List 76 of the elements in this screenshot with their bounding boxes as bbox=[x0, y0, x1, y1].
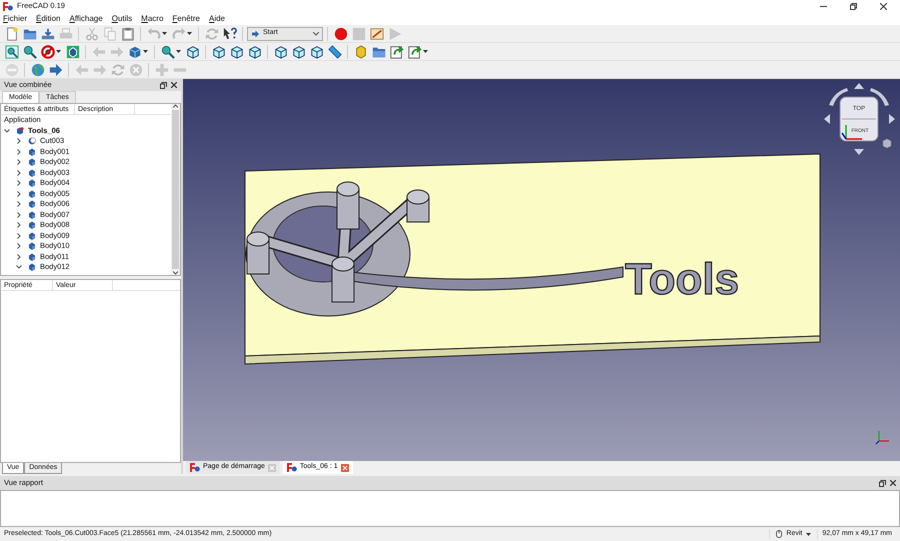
caret-icon bbox=[806, 532, 812, 536]
chevron-right-icon[interactable] bbox=[16, 212, 22, 218]
document-icon bbox=[16, 126, 24, 135]
roll-left-icon[interactable] bbox=[829, 88, 848, 106]
float-icon[interactable] bbox=[160, 82, 167, 88]
zoom-icon[interactable] bbox=[159, 43, 176, 60]
body-icon bbox=[28, 263, 36, 272]
chevron-down-icon[interactable] bbox=[16, 264, 22, 270]
menu-item[interactable]: Édition bbox=[36, 12, 60, 24]
help-cursor-icon[interactable] bbox=[221, 25, 238, 42]
body-icon bbox=[28, 221, 36, 230]
record-icon[interactable] bbox=[332, 25, 349, 42]
close-icon[interactable] bbox=[171, 82, 177, 88]
no-entry-icon[interactable] bbox=[39, 43, 56, 60]
body-icon bbox=[28, 190, 36, 198]
arrow-icon bbox=[251, 30, 260, 38]
caret-icon[interactable] bbox=[56, 50, 61, 54]
arrow-icon[interactable] bbox=[47, 61, 64, 78]
axis-icon bbox=[876, 430, 890, 444]
restore-icon[interactable] bbox=[850, 2, 857, 10]
float-icon[interactable] bbox=[879, 480, 886, 486]
scroll-down-icon[interactable] bbox=[173, 271, 178, 275]
chevron-right-icon[interactable] bbox=[16, 222, 22, 228]
rotate-down-icon[interactable] bbox=[854, 149, 864, 155]
chevron-down-icon[interactable] bbox=[4, 128, 10, 134]
chevron-right-icon[interactable] bbox=[16, 201, 22, 208]
close-icon[interactable] bbox=[880, 2, 887, 10]
body-icon bbox=[28, 232, 36, 240]
zoom-icon[interactable] bbox=[21, 43, 38, 60]
body-icon bbox=[28, 158, 36, 166]
caret-icon bbox=[313, 32, 319, 36]
chevron-right-icon[interactable] bbox=[16, 180, 22, 186]
body-icon bbox=[28, 148, 36, 156]
caret-icon[interactable] bbox=[176, 50, 181, 54]
chevron-right-icon[interactable] bbox=[16, 254, 22, 260]
document-arrow-icon[interactable] bbox=[388, 43, 405, 60]
chevron-right-icon[interactable] bbox=[16, 159, 22, 166]
scrollbar-thumb[interactable] bbox=[172, 110, 179, 269]
body-icon bbox=[28, 210, 36, 219]
app-logo-icon bbox=[3, 2, 13, 10]
model-lettering: Tools bbox=[625, 255, 740, 304]
chevron-right-icon[interactable] bbox=[16, 243, 22, 250]
app-logo-icon bbox=[190, 463, 200, 472]
chevron-right-icon[interactable] bbox=[16, 170, 22, 176]
chevron-right-icon[interactable] bbox=[16, 138, 22, 144]
menu-item[interactable]: Affichage bbox=[69, 12, 103, 24]
rotate-up-icon[interactable] bbox=[854, 83, 864, 89]
body-icon bbox=[28, 179, 36, 188]
cube-frame-icon[interactable] bbox=[64, 43, 81, 60]
menu-item[interactable]: Outils bbox=[112, 12, 132, 24]
body-icon bbox=[28, 168, 36, 177]
chevron-right-icon[interactable] bbox=[16, 190, 22, 197]
close-icon[interactable] bbox=[890, 480, 896, 486]
app-logo-icon bbox=[286, 463, 297, 472]
mouse-icon bbox=[776, 530, 782, 538]
caret-icon[interactable] bbox=[423, 50, 428, 54]
view-menu-icon[interactable] bbox=[882, 138, 892, 148]
zoom-fit-icon[interactable] bbox=[3, 43, 20, 60]
rotate-left-icon[interactable] bbox=[824, 114, 830, 124]
document-arrow-icon[interactable] bbox=[406, 43, 423, 60]
navigation-cube[interactable] bbox=[840, 96, 878, 142]
ruler-icon[interactable] bbox=[326, 43, 343, 60]
menu-item[interactable]: Aide bbox=[208, 12, 226, 24]
menu-item[interactable]: Fichier bbox=[3, 12, 28, 24]
rotate-right-icon[interactable] bbox=[889, 114, 895, 124]
chevron-right-icon[interactable] bbox=[16, 232, 22, 239]
body-icon bbox=[28, 242, 36, 250]
menu-item[interactable]: Fenêtre bbox=[172, 12, 200, 24]
roll-right-icon[interactable] bbox=[870, 88, 889, 106]
scroll-up-icon[interactable] bbox=[173, 104, 178, 108]
caret-icon[interactable] bbox=[143, 50, 148, 54]
chevron-right-icon[interactable] bbox=[16, 148, 22, 155]
menu-item[interactable]: Macro bbox=[141, 12, 164, 24]
cut-shape-icon bbox=[28, 137, 36, 146]
body-icon bbox=[28, 252, 36, 261]
body-icon bbox=[28, 200, 36, 208]
